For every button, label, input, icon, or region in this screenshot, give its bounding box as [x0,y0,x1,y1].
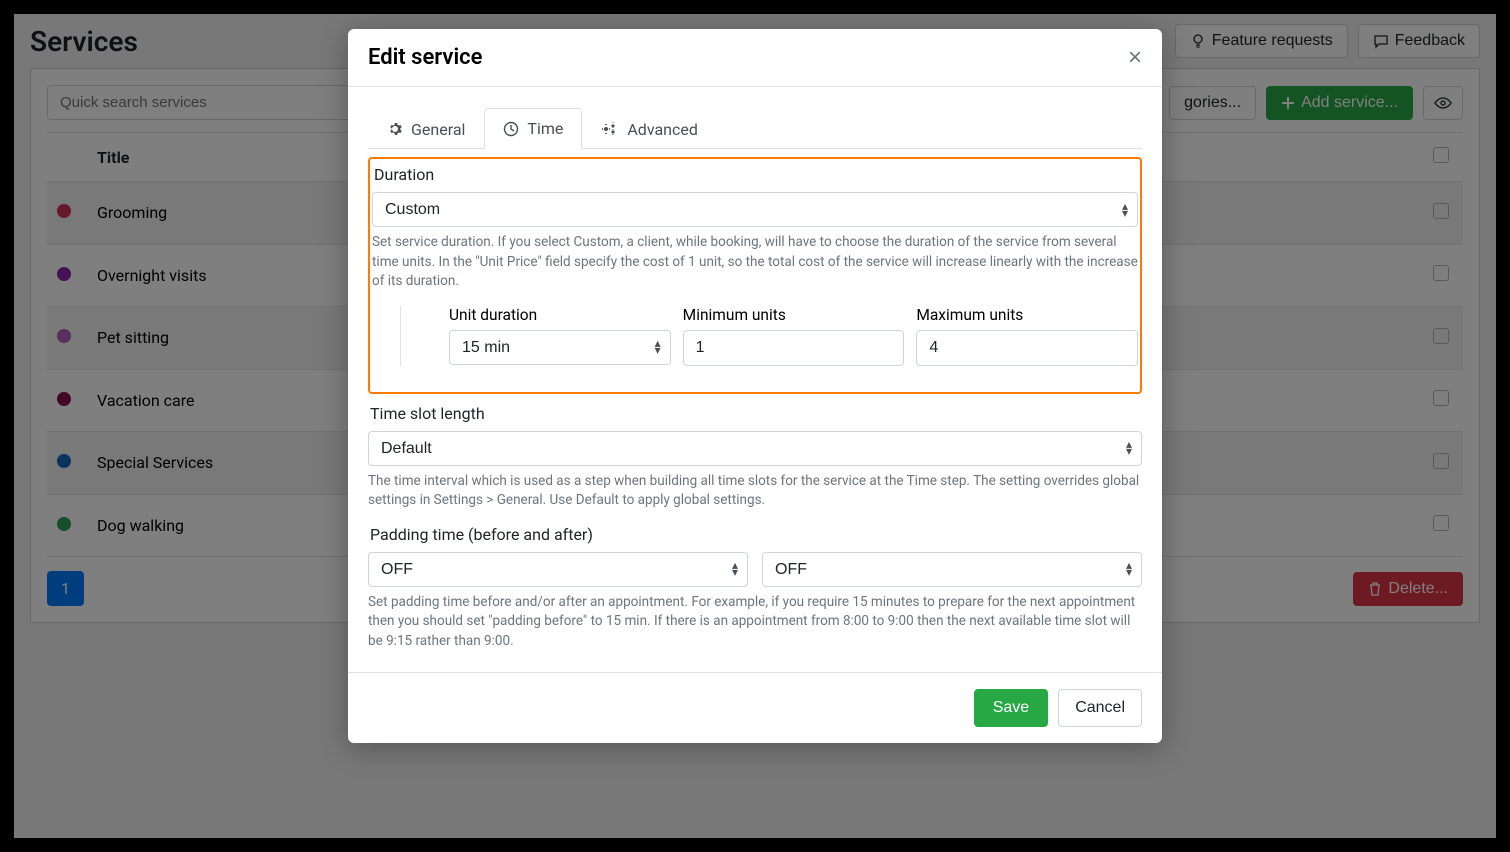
save-button[interactable]: Save [974,689,1048,727]
unit-duration-label: Unit duration [449,306,671,324]
timeslot-help: The time interval which is used as a ste… [368,472,1142,511]
duration-select[interactable]: Custom [372,192,1138,227]
edit-service-modal: Edit service × General Time Advanced Dur… [348,29,1162,743]
max-units-label: Maximum units [916,306,1138,324]
close-icon: × [1128,44,1142,71]
duration-help: Set service duration. If you select Cust… [372,233,1138,292]
min-units-label: Minimum units [683,306,905,324]
clock-icon [503,121,519,137]
tab-time-label: Time [527,119,563,138]
duration-highlight: Duration Custom ▴▾ Set service duration.… [368,157,1142,394]
min-units-input[interactable] [683,330,905,366]
gear-icon [387,121,403,137]
cogs-icon [601,121,619,137]
padding-before-select[interactable]: OFF [368,552,748,587]
cancel-button[interactable]: Cancel [1058,689,1142,727]
modal-title: Edit service [368,45,482,70]
duration-label: Duration [372,165,1138,184]
timeslot-select[interactable]: Default [368,431,1142,466]
tab-advanced[interactable]: Advanced [582,108,717,149]
padding-after-select[interactable]: OFF [762,552,1142,587]
tab-general[interactable]: General [368,108,484,149]
close-button[interactable]: × [1128,46,1142,70]
tab-advanced-label: Advanced [627,120,698,139]
tab-time[interactable]: Time [484,108,582,149]
timeslot-label: Time slot length [368,404,1142,423]
padding-label: Padding time (before and after) [368,525,1142,544]
max-units-input[interactable] [916,330,1138,366]
padding-help: Set padding time before and/or after an … [368,593,1142,652]
unit-duration-select[interactable]: 15 min [449,330,671,365]
tab-general-label: General [411,120,465,139]
